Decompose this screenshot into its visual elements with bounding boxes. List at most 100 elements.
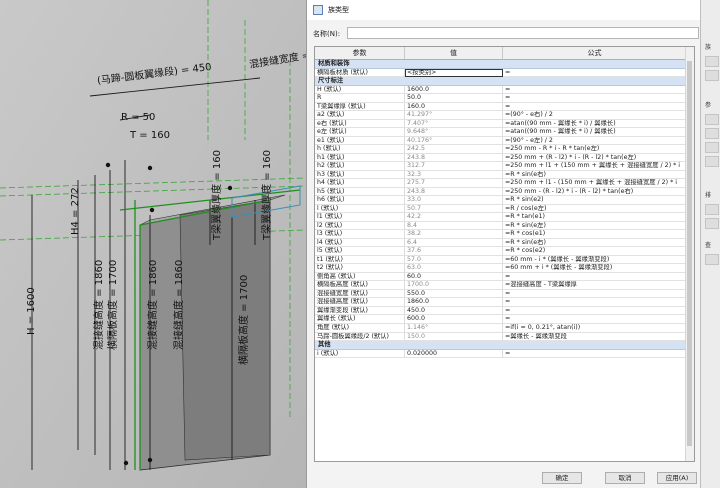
dialog-titlebar[interactable]: 族类型: [307, 0, 701, 20]
param-value[interactable]: 8.4: [405, 221, 503, 231]
table-row[interactable]: e1 (默认) 40.176° =(90° - e左) / 2: [315, 136, 687, 146]
param-formula[interactable]: =250 mm - R * i - R * tan(e左): [503, 145, 687, 154]
table-row[interactable]: l1 (默认) 42.2 =R * tan(e1): [315, 213, 687, 222]
param-value[interactable]: 150.0: [405, 332, 503, 342]
group-header-dimensions[interactable]: 尺寸标注: [315, 77, 687, 86]
param-value[interactable]: 50.7: [405, 204, 503, 214]
param-formula[interactable]: =250 mm - (R - l2) * i - (R - l2) * tan(…: [503, 187, 687, 197]
ok-button[interactable]: 确定: [542, 472, 582, 484]
param-formula[interactable]: =R * sin(e右): [503, 238, 687, 248]
param-value[interactable]: 1700.0: [405, 281, 503, 290]
table-row[interactable]: 横隔板材质 (默认) <按类别> =: [315, 68, 687, 78]
table-row[interactable]: e右 (默认) 7.407° =atan((90 mm - 翼缘长 * i) / 翼…: [315, 119, 687, 129]
table-row[interactable]: 侧角高 (默认) 60.0 =: [315, 272, 687, 282]
table-row[interactable]: H (默认) 1600.0 =: [315, 85, 687, 95]
scrollbar-thumb[interactable]: [687, 61, 692, 446]
table-row[interactable]: l4 (默认) 6.4 =R * sin(e右): [315, 238, 687, 248]
param-formula[interactable]: =: [503, 306, 687, 316]
group-header-materials[interactable]: 材质和装饰: [315, 60, 687, 69]
side-button[interactable]: [705, 156, 719, 167]
param-formula[interactable]: =R * sin(e右): [503, 170, 687, 180]
table-row[interactable]: l3 (默认) 38.2 =R * cos(e1): [315, 230, 687, 239]
param-value[interactable]: 1.146°: [405, 323, 503, 333]
param-formula[interactable]: =混接缝高度 - T梁翼缘厚: [503, 281, 687, 290]
column-header-parameter[interactable]: 参数: [315, 47, 405, 59]
table-row[interactable]: e左 (默认) 9.648° =atan((90 mm - 翼缘长 * i) / 翼…: [315, 128, 687, 137]
param-value[interactable]: 1860.0: [405, 298, 503, 307]
table-row[interactable]: h (默认) 242.5 =250 mm - R * i - R * tan(e左): [315, 145, 687, 154]
param-value[interactable]: 32.3: [405, 170, 503, 180]
side-button[interactable]: [705, 56, 719, 67]
param-formula[interactable]: =60 mm + i * (翼缘长 - 翼缘渐变段): [503, 264, 687, 273]
table-row[interactable]: t2 (默认) 63.0 =60 mm + i * (翼缘长 - 翼缘渐变段): [315, 264, 687, 273]
param-value[interactable]: 7.407°: [405, 119, 503, 129]
param-formula[interactable]: =: [503, 102, 687, 112]
table-row[interactable]: l5 (默认) 37.6 =R * cos(e2): [315, 247, 687, 256]
param-value[interactable]: 0.020000: [405, 349, 503, 359]
side-button[interactable]: [705, 142, 719, 153]
param-value[interactable]: 41.297°: [405, 111, 503, 120]
param-formula[interactable]: =250 mm + l1 - (150 mm + 翼缘长 + 混接缝宽度 / 2…: [503, 179, 687, 188]
param-formula[interactable]: =R * cos(e1): [503, 230, 687, 239]
table-row[interactable]: 横隔板高度 (默认) 1700.0 =混接缝高度 - T梁翼缘厚: [315, 281, 687, 290]
param-formula[interactable]: =: [503, 272, 687, 282]
param-formula[interactable]: =atan((90 mm - 翼缘长 * i) / 翼缘长): [503, 119, 687, 129]
table-row[interactable]: R 50.0 =: [315, 94, 687, 103]
param-formula[interactable]: =atan((90 mm - 翼缘长 * i) / 翼缘长): [503, 128, 687, 137]
table-row[interactable]: a2 (默认) 41.297° =(90° - e右) / 2: [315, 111, 687, 120]
param-value[interactable]: 60.0: [405, 272, 503, 282]
param-formula[interactable]: =if(i = 0, 0.21°, atan(i)): [503, 323, 687, 333]
param-value[interactable]: 450.0: [405, 306, 503, 316]
side-button[interactable]: [705, 70, 719, 81]
side-button[interactable]: [705, 204, 719, 215]
param-value[interactable]: 42.2: [405, 213, 503, 222]
param-value[interactable]: 1600.0: [405, 85, 503, 95]
param-formula[interactable]: =(90° - e右) / 2: [503, 111, 687, 120]
table-row[interactable]: h3 (默认) 32.3 =R * sin(e右): [315, 170, 687, 180]
param-formula[interactable]: =(90° - e左) / 2: [503, 136, 687, 146]
table-row[interactable]: h2 (默认) 312.7 =250 mm + l1 + (150 mm + 翼缘长…: [315, 162, 687, 171]
side-button[interactable]: [705, 128, 719, 139]
side-button[interactable]: [705, 218, 719, 229]
param-formula[interactable]: =250 mm + (R - l2) * i - (R - l2) * tan(…: [503, 153, 687, 163]
param-value[interactable]: 160.0: [405, 102, 503, 112]
table-row[interactable]: h5 (默认) 243.8 =250 mm - (R - l2) * i - (R …: [315, 187, 687, 197]
param-value[interactable]: 57.0: [405, 255, 503, 265]
param-value-input[interactable]: <按类别>: [405, 68, 503, 78]
column-header-value[interactable]: 值: [405, 47, 503, 59]
table-row[interactable]: l (默认) 50.7 =R / cos(e左): [315, 204, 687, 214]
param-formula[interactable]: =: [503, 298, 687, 307]
table-row[interactable]: 角度 (默认) 1.146° =if(i = 0, 0.21°, atan(i)): [315, 323, 687, 333]
table-row[interactable]: i (默认) 0.020000 =: [315, 349, 687, 359]
param-value[interactable]: 243.8: [405, 153, 503, 163]
param-formula[interactable]: =R * sin(e2): [503, 196, 687, 205]
apply-button[interactable]: 应用(A): [657, 472, 697, 484]
table-row[interactable]: 翼缘长 (默认) 600.0 =: [315, 315, 687, 324]
param-formula[interactable]: =: [503, 68, 687, 78]
table-row[interactable]: h6 (默认) 33.0 =R * sin(e2): [315, 196, 687, 205]
table-row[interactable]: 混接缝高度 (默认) 1860.0 =: [315, 298, 687, 307]
table-row[interactable]: 翼缘渐变段 (默认) 450.0 =: [315, 306, 687, 316]
param-value[interactable]: 275.7: [405, 179, 503, 188]
param-formula[interactable]: =: [503, 94, 687, 103]
param-value[interactable]: 242.5: [405, 145, 503, 154]
group-header-other[interactable]: 其他: [315, 341, 687, 350]
table-row[interactable]: h1 (默认) 243.8 =250 mm + (R - l2) * i - (R …: [315, 153, 687, 163]
side-button[interactable]: [705, 254, 719, 265]
param-value[interactable]: 9.648°: [405, 128, 503, 137]
table-row[interactable]: h4 (默认) 275.7 =250 mm + l1 - (150 mm + 翼缘长…: [315, 179, 687, 188]
param-value[interactable]: 243.8: [405, 187, 503, 197]
side-button[interactable]: [705, 114, 719, 125]
grid-scrollbar[interactable]: [685, 47, 694, 461]
column-header-formula[interactable]: 公式: [503, 47, 687, 59]
param-value[interactable]: 63.0: [405, 264, 503, 273]
param-value[interactable]: 50.0: [405, 94, 503, 103]
param-value[interactable]: 312.7: [405, 162, 503, 171]
param-value[interactable]: 550.0: [405, 289, 503, 299]
name-select[interactable]: [347, 27, 699, 39]
param-value[interactable]: 38.2: [405, 230, 503, 239]
cad-viewport[interactable]: (马蹄-圆板翼缘段) = 450 R = 50 T = 160 H4 = 272…: [0, 0, 306, 488]
table-row[interactable]: T梁翼缘厚 (默认) 160.0 =: [315, 102, 687, 112]
param-formula[interactable]: =R * sin(e左): [503, 221, 687, 231]
param-formula[interactable]: =R / cos(e左): [503, 204, 687, 214]
